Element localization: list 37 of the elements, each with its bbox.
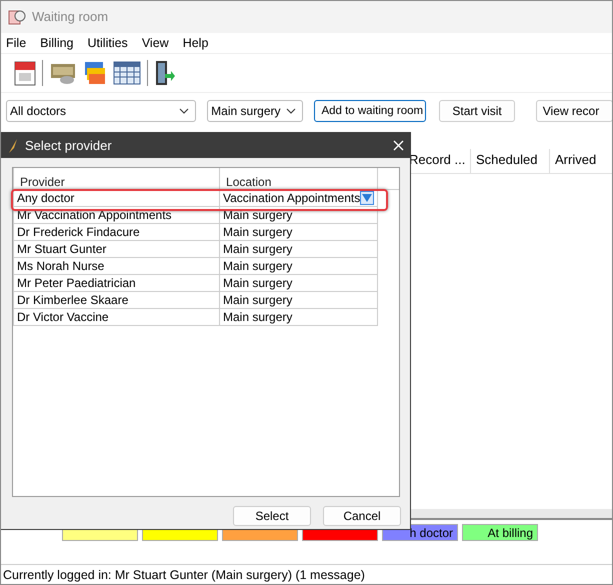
menu-item[interactable]: View — [142, 36, 169, 50]
status-legend-swatch: At billing — [462, 524, 538, 541]
location-dropdown[interactable]: Main surgery — [207, 100, 304, 122]
menu-item[interactable]: Billing — [40, 36, 74, 50]
provider-cell[interactable]: Dr Victor Vaccine — [14, 308, 220, 326]
provider-cell[interactable]: Dr Frederick Findacure — [14, 224, 220, 240]
toolbar-button[interactable]: Add to waiting room — [314, 100, 426, 122]
menu-item[interactable]: Help — [182, 36, 208, 50]
quill-icon — [7, 138, 19, 154]
calendar-icon[interactable] — [14, 60, 36, 86]
column-header[interactable]: Provider — [14, 168, 220, 190]
close-icon[interactable] — [393, 140, 404, 151]
toolbar-button[interactable]: Start visit — [439, 100, 515, 122]
provider-cell[interactable]: Mr Stuart Gunter — [14, 240, 220, 258]
provider-cell[interactable]: Ms Norah Nurse — [14, 258, 220, 274]
chevron-down-icon — [179, 108, 190, 114]
chevron-down-icon — [286, 108, 296, 114]
exit-door-icon[interactable] — [154, 59, 176, 87]
provider-cell[interactable]: Mr Vaccination Appointments — [14, 206, 220, 224]
dialog-title: Select provider — [25, 138, 113, 153]
window-title: Waiting room — [32, 9, 108, 24]
menu-item[interactable]: File — [6, 36, 26, 50]
dropdown-arrow-icon[interactable] — [360, 191, 374, 205]
cards-icon[interactable] — [83, 60, 107, 86]
provider-cell[interactable]: Any doctor — [14, 190, 220, 206]
calendar-grid-icon[interactable] — [113, 61, 141, 85]
status-bar: Currently logged in: Mr Stuart Gunter (Main surgery) (1 message) — [0, 564, 613, 585]
dialog-button[interactable]: Select — [233, 506, 311, 526]
column-header[interactable]: Scheduled — [470, 149, 549, 173]
app-icon — [8, 8, 26, 26]
dialog-button[interactable]: Cancel — [323, 506, 401, 526]
toolbar-button[interactable]: View recor — [536, 100, 613, 122]
doctor-dropdown[interactable]: All doctors — [6, 100, 196, 122]
provider-cell[interactable]: Dr Kimberlee Skaare — [14, 292, 220, 308]
column-header[interactable]: Arrived — [549, 149, 613, 173]
menu-item[interactable]: Utilities — [88, 36, 128, 50]
provider-cell[interactable]: Mr Peter Paediatrician — [14, 274, 220, 292]
